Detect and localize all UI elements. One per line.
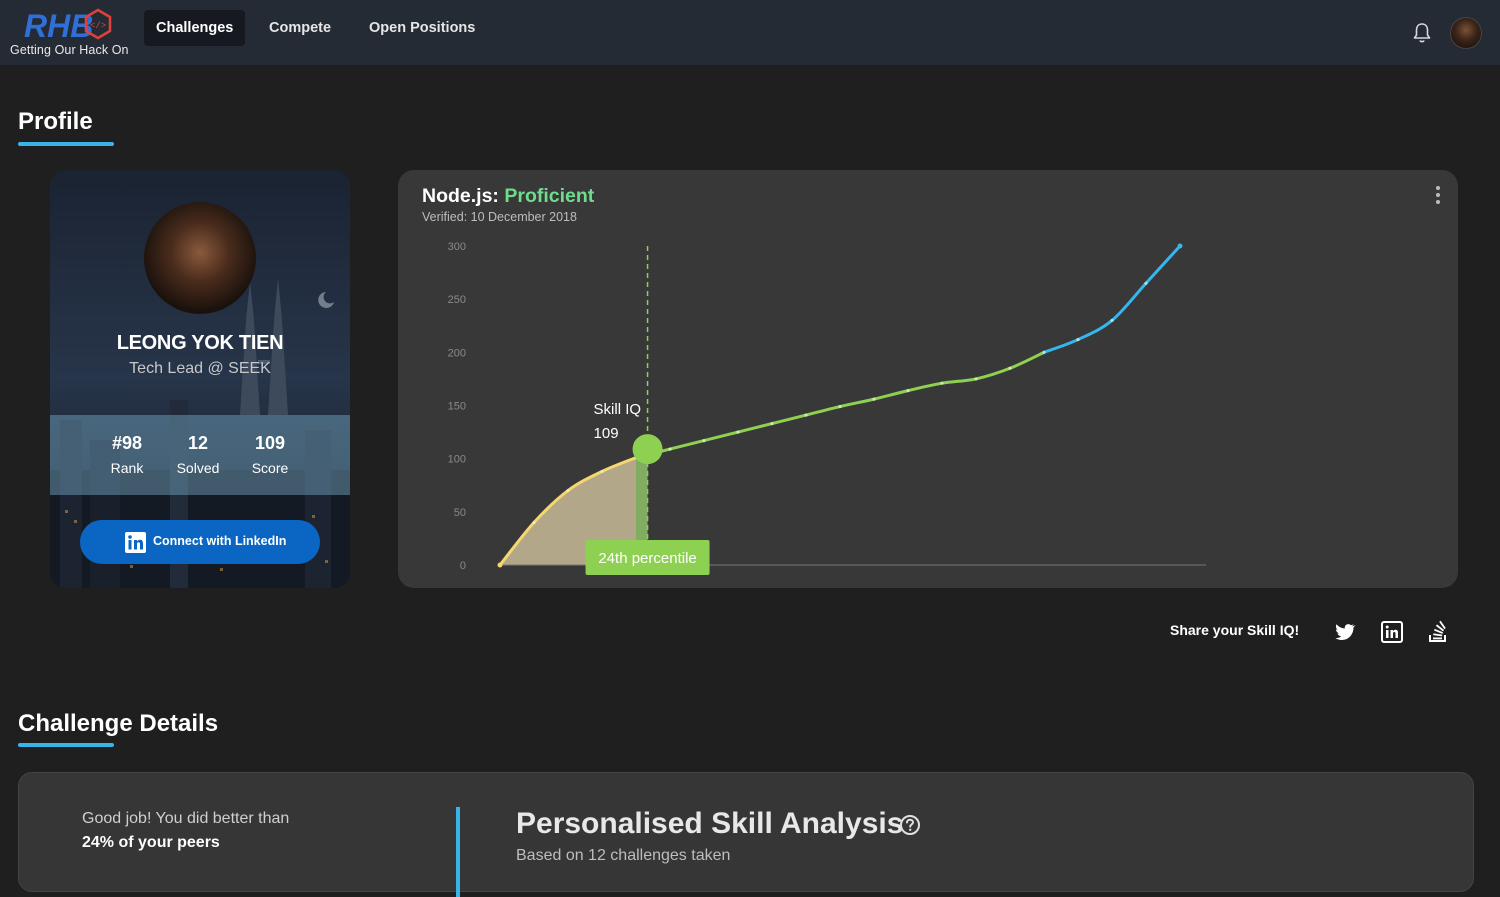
linkedin-icon bbox=[125, 532, 146, 553]
rhb-logo-icon: RHB </> bbox=[24, 8, 112, 42]
brand-tagline: Getting Our Hack On bbox=[10, 43, 129, 57]
brand-logo[interactable]: RHB </> Getting Our Hack On bbox=[10, 8, 140, 60]
curve-point bbox=[1110, 318, 1114, 323]
details-divider bbox=[456, 807, 460, 897]
curve-point bbox=[1076, 337, 1080, 342]
curve-point bbox=[804, 413, 808, 417]
profile-title-underline bbox=[18, 142, 114, 146]
curve-point bbox=[1144, 281, 1148, 285]
user-avatar[interactable] bbox=[1450, 17, 1482, 49]
curve-point bbox=[940, 381, 944, 385]
stat-solved-label: Solved bbox=[176, 460, 220, 476]
svg-text:</>: </> bbox=[90, 21, 106, 31]
bell-icon[interactable] bbox=[1410, 21, 1434, 45]
profile-name: LEONG YOK TIEN bbox=[116, 332, 284, 354]
challenge-details-title: Challenge Details bbox=[18, 710, 219, 737]
curve-point bbox=[566, 488, 570, 493]
y-tick-label: 100 bbox=[448, 454, 466, 466]
skill-iq-marker-value: 109 bbox=[594, 425, 619, 442]
stat-rank-value: #98 bbox=[111, 433, 143, 453]
stat-score-label: Score bbox=[251, 460, 289, 476]
stat-solved-value: 12 bbox=[187, 433, 209, 453]
nav-tab-open-positions[interactable]: Open Positions bbox=[357, 10, 487, 46]
logo-text: RHB bbox=[24, 8, 93, 42]
curve-point bbox=[736, 430, 740, 434]
stat-rank-label: Rank bbox=[110, 460, 144, 476]
curve-point bbox=[1008, 366, 1012, 370]
y-tick-label: 250 bbox=[448, 294, 466, 306]
help-icon[interactable] bbox=[899, 814, 921, 836]
stackoverflow-icon[interactable] bbox=[1426, 620, 1450, 644]
connect-linkedin-label: Connect with LinkedIn bbox=[153, 534, 287, 548]
curve-point bbox=[702, 438, 706, 443]
connect-linkedin-button[interactable]: Connect with LinkedIn bbox=[80, 520, 320, 564]
profile-job-title: Tech Lead @ SEEK bbox=[129, 360, 271, 377]
profile-avatar bbox=[144, 202, 256, 314]
skill-analysis-title: Personalised Skill Analysis bbox=[516, 807, 904, 840]
profile-section-title: Profile bbox=[18, 108, 93, 135]
linkedin-share-icon[interactable] bbox=[1380, 620, 1404, 644]
curve-point bbox=[668, 447, 672, 451]
stat-rank: #98 Rank bbox=[87, 433, 167, 476]
curve-endpoint bbox=[1177, 243, 1183, 249]
y-tick-label: 200 bbox=[448, 347, 466, 359]
curve-point bbox=[838, 404, 842, 409]
stat-score-value: 109 bbox=[254, 433, 286, 453]
curve-point bbox=[1042, 350, 1046, 354]
skill-iq-card: Node.js: Proficient Verified: 10 Decembe… bbox=[398, 170, 1458, 588]
top-navbar: RHB </> Getting Our Hack On Challenges C… bbox=[0, 0, 1500, 66]
skill-iq-marker-title: Skill IQ bbox=[594, 401, 642, 418]
stat-solved: 12 Solved bbox=[158, 433, 238, 476]
y-tick-label: 50 bbox=[454, 507, 466, 519]
curve-point bbox=[974, 377, 978, 381]
curve-segment-high bbox=[1042, 244, 1182, 354]
curve-point bbox=[872, 397, 876, 401]
skill-iq-chart: 0 50 100 150 200 250 300 Skill IQ 109 24th per… bbox=[448, 241, 1206, 575]
challenge-details-underline bbox=[18, 743, 114, 747]
challenge-details-panel: Good job! You did better than 24% of you… bbox=[18, 772, 1474, 897]
y-tick-label: 0 bbox=[460, 560, 466, 572]
twitter-icon[interactable] bbox=[1332, 620, 1356, 644]
curve-point bbox=[532, 520, 536, 525]
profile-stats-bar: #98 Rank 12 Solved 109 Score bbox=[50, 415, 350, 495]
skill-analysis-subtitle: Based on 12 challenges taken bbox=[516, 847, 731, 864]
share-skill-iq-label: Share your Skill IQ! bbox=[1170, 622, 1300, 638]
stat-score: 109 Score bbox=[230, 433, 310, 476]
peer-comparison-text: Good job! You did better than bbox=[82, 810, 290, 827]
curve-point bbox=[906, 389, 910, 393]
nav-tab-challenges[interactable]: Challenges bbox=[144, 10, 246, 46]
nav-tab-compete[interactable]: Compete bbox=[257, 10, 343, 46]
y-tick-label: 300 bbox=[448, 241, 466, 253]
profile-card: LEONG YOK TIEN Tech Lead @ SEEK #98 Rank… bbox=[50, 170, 350, 588]
percentile-badge-label: 24th percentile bbox=[598, 550, 696, 567]
curve-point bbox=[770, 421, 774, 426]
peer-comparison-value: 24% of your peers bbox=[82, 834, 220, 851]
curve-endpoint bbox=[497, 562, 503, 568]
curve-point bbox=[600, 469, 604, 474]
skill-iq-marker-dot bbox=[632, 434, 663, 465]
y-tick-label: 150 bbox=[448, 401, 466, 413]
